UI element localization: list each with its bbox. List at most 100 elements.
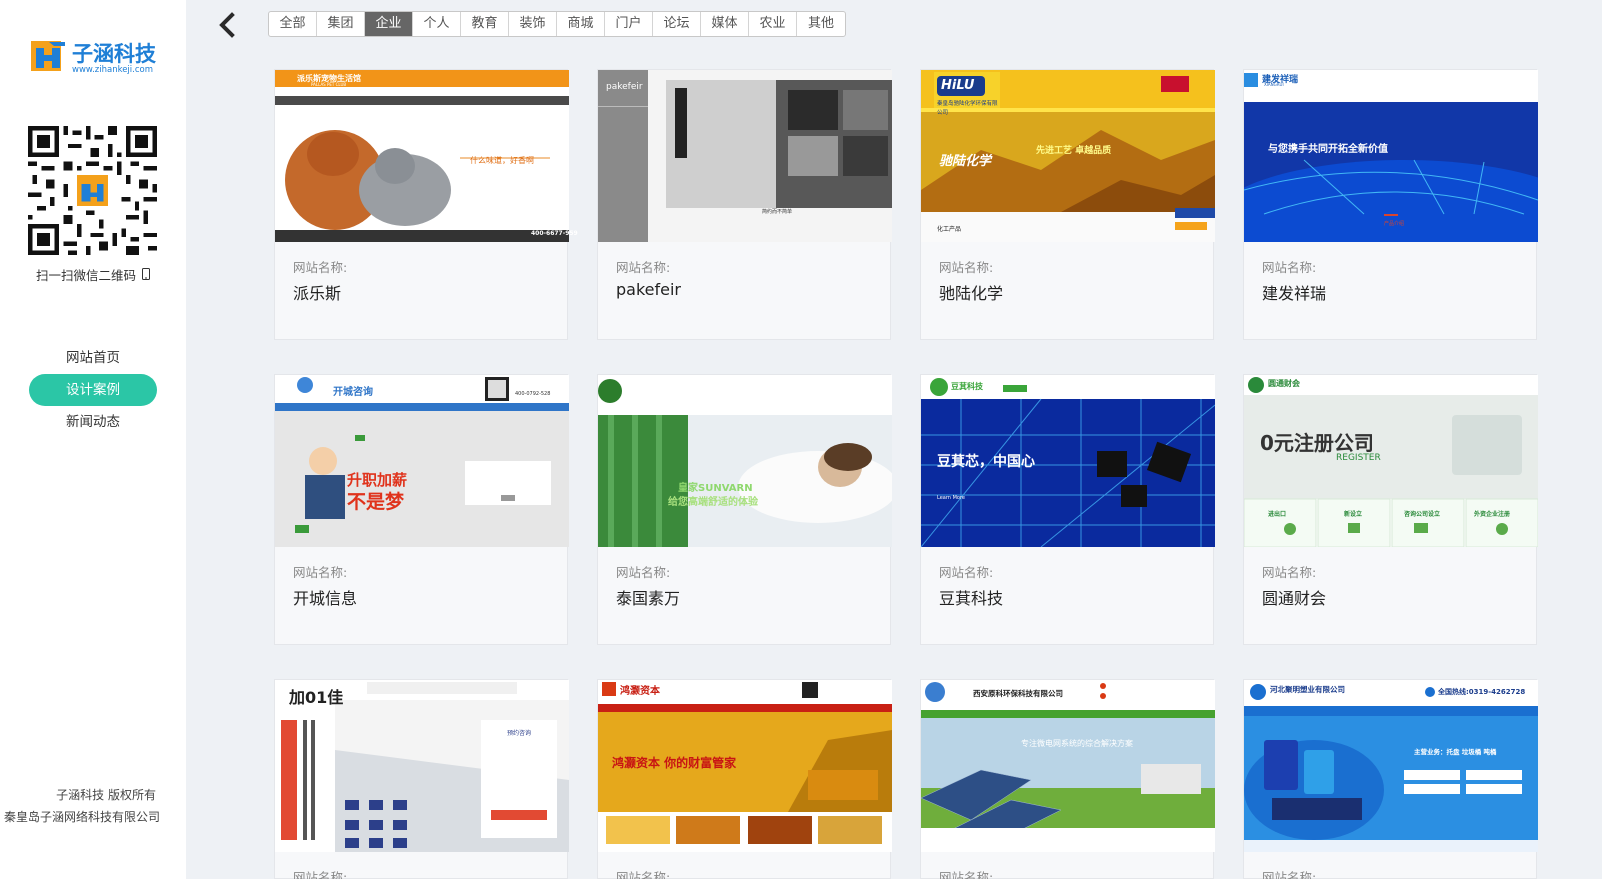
thumb-subtitle: 简约而不简单: [762, 209, 793, 215]
thumb-subtitle: 预约咨询: [507, 730, 532, 737]
copyright: 子涵科技 版权所有 秦皇岛子涵网络科技有限公司: [0, 784, 186, 828]
thumb-slogan: 豆萁芯，中国心: [937, 454, 1035, 470]
thumb-slogan-2: 先进工艺 卓越品质: [1036, 146, 1112, 156]
thumb-slogan: 专注微电网系统的综合解决方案: [1021, 739, 1133, 748]
site-name: 开城信息: [293, 589, 358, 608]
filter-tab-forum[interactable]: 论坛: [653, 12, 701, 36]
case-card[interactable]: 皇家SUNVARN 给您高端舒适的体验 网站名称: 泰国素万: [597, 374, 892, 645]
thumb-slogan: 驰陆化学: [939, 154, 992, 169]
case-card[interactable]: 开城咨询 400-0792-528 升职加薪 不是梦 网站名称: 开城信息: [274, 374, 569, 645]
case-card[interactable]: 鸿灏资本 鸿灏资本 你的财富管家 网站名称:: [597, 679, 892, 879]
thumb-item: 新设立: [1344, 511, 1363, 518]
site-name-label: 网站名称:: [293, 260, 348, 275]
thumb-title: 鸿灏资本: [620, 686, 660, 697]
site-name-label: 网站名称:: [616, 870, 671, 879]
brand-url: www.zihankeji.com: [72, 65, 154, 75]
thumb-subtitle: Learn More: [937, 495, 965, 501]
thumb-subtitle: REGISTER: [1336, 453, 1381, 463]
site-name: 建发祥瑞: [1262, 284, 1327, 303]
case-card[interactable]: 西安原科环保科技有限公司 专注微电网系统的综合解决方案 网站名称:: [920, 679, 1215, 879]
qr-caption-text: 扫一扫微信二维码: [35, 268, 136, 283]
thumb-extra: 化工产品: [937, 226, 962, 233]
site-name: pakefeir: [616, 280, 681, 299]
case-thumbnail: [1244, 70, 1538, 242]
site-name-label: 网站名称:: [1262, 870, 1317, 879]
copyright-line-2: 秦皇岛子涵网络科技有限公司: [4, 810, 161, 824]
site-name-label: 网站名称:: [939, 565, 994, 580]
thumb-title: 开城咨询: [333, 387, 373, 398]
thumb-subtitle: 秦皇岛驰陆化学环保有限公司: [937, 101, 998, 116]
site-name: 泰国素万: [616, 589, 681, 608]
brand-name: 子涵科技: [72, 42, 156, 66]
thumb-subtitle: 给您高端舒适的体验: [668, 497, 758, 508]
thumb-title: pakefeir: [606, 82, 643, 92]
thumb-item: 外资企业注册: [1474, 511, 1511, 518]
case-thumbnail: [598, 375, 892, 547]
filter-tab-other[interactable]: 其他: [797, 12, 845, 36]
brand-logo[interactable]: 子涵科技 www.zihankeji.com: [30, 38, 162, 78]
thumb-slogan: 什么味道，好香啊: [470, 156, 534, 165]
zihan-logo-icon: [31, 41, 65, 71]
filter-tab-agriculture[interactable]: 农业: [749, 12, 797, 36]
nav-item-design-cases[interactable]: 设计案例: [29, 374, 157, 406]
thumb-slogan: 主营业务：托盘 垃圾桶 吨桶: [1414, 748, 1497, 756]
sidebar: 子涵科技 www.zihankeji.com 扫一扫微信二维码 网站首页 设计案…: [0, 0, 186, 879]
site-name-label: 网站名称:: [293, 565, 348, 580]
thumb-subtitle: PALLAS PET CLUB: [311, 82, 347, 87]
thumb-slogan: 鸿灏资本 你的财富管家: [612, 756, 737, 770]
thumb-slogan-2: 不是梦: [347, 491, 405, 513]
case-thumbnail: [921, 680, 1215, 852]
site-name-label: 网站名称:: [1262, 260, 1317, 275]
site-name-label: 网站名称:: [616, 565, 671, 580]
case-card[interactable]: 加01佳 预约咨询 网站名称:: [274, 679, 569, 879]
filter-tab-all[interactable]: 全部: [269, 12, 317, 36]
thumb-title: 豆萁科技: [951, 382, 983, 391]
site-name: 豆萁科技: [939, 589, 1004, 608]
filter-tab-portal[interactable]: 门户: [605, 12, 653, 36]
thumb-phone: 全国热线:0319-4262728: [1438, 688, 1526, 696]
case-thumbnail: [1244, 680, 1538, 852]
phone-icon: [142, 268, 150, 280]
filter-tab-mall[interactable]: 商城: [557, 12, 605, 36]
thumb-title: 西安原科环保科技有限公司: [973, 689, 1063, 698]
case-thumbnail: [275, 375, 569, 547]
thumb-title: 圆通财会: [1268, 379, 1300, 388]
site-name-label: 网站名称:: [939, 870, 994, 879]
sidebar-nav: 网站首页 设计案例 新闻动态: [0, 342, 186, 438]
case-card[interactable]: 派乐斯宠物生活馆 PALLAS PET CLUB 什么味道，好香啊 400-66…: [274, 69, 578, 340]
nav-item-news[interactable]: 新闻动态: [29, 406, 157, 438]
case-card[interactable]: 河北聚明塑业有限公司 全国热线:0319-4262728 主营业务：托盘 垃圾桶…: [1243, 679, 1538, 879]
qr-code-icon: [28, 126, 157, 255]
qr-caption: 扫一扫微信二维码: [0, 265, 186, 284]
case-card[interactable]: 建发祥瑞 XIANGRUI 与您携手共同开拓全新价值 产品介绍 网站名称: 建发…: [1243, 69, 1538, 340]
case-card[interactable]: pakefeir 简约而不简单 网站名称: pakefeir: [597, 69, 892, 340]
thumb-title: 加01佳: [289, 688, 344, 707]
thumb-extra: 产品介绍: [1384, 221, 1405, 227]
site-name-label: 网站名称:: [1262, 565, 1317, 580]
site-name-label: 网站名称:: [939, 260, 994, 275]
thumb-title: 皇家SUNVARN: [678, 483, 753, 494]
nav-item-home[interactable]: 网站首页: [29, 342, 157, 374]
thumb-phone: 400-0792-528: [515, 391, 551, 397]
filter-tab-group[interactable]: 集团: [317, 12, 365, 36]
case-thumbnail: [1244, 375, 1538, 547]
thumb-title: HiLU: [941, 78, 975, 93]
case-card[interactable]: 圆通财会 0元注册公司 REGISTER 进出口 新设立 咨询公司设立 外资企业…: [1243, 374, 1538, 645]
filter-tab-education[interactable]: 教育: [461, 12, 509, 36]
filter-tab-personal[interactable]: 个人: [413, 12, 461, 36]
filter-tab-media[interactable]: 媒体: [701, 12, 749, 36]
site-name: 驰陆化学: [939, 284, 1004, 303]
thumb-title: 河北聚明塑业有限公司: [1270, 685, 1345, 694]
site-name: 派乐斯: [293, 284, 342, 303]
thumb-phone: 400-6677-959: [531, 230, 578, 237]
filter-tab-decoration[interactable]: 装饰: [509, 12, 557, 36]
thumb-item: 咨询公司设立: [1404, 511, 1441, 518]
case-thumbnail: [598, 70, 892, 242]
thumb-subtitle: XIANGRUI: [1264, 82, 1284, 87]
filter-tab-enterprise[interactable]: 企业: [365, 12, 413, 36]
thumb-slogan: 0元注册公司: [1260, 431, 1374, 455]
category-filter-bar: 全部 集团 企业 个人 教育 装饰 商城 门户 论坛 媒体 农业 其他: [268, 11, 846, 37]
case-card[interactable]: HiLU 秦皇岛驰陆化学环保有限公司 驰陆化学 先进工艺 卓越品质 化工产品 网…: [920, 69, 1215, 340]
case-card[interactable]: 豆萁科技 豆萁芯，中国心 Learn More 网站名称: 豆萁科技: [920, 374, 1215, 645]
chevron-left-icon[interactable]: [216, 12, 238, 38]
